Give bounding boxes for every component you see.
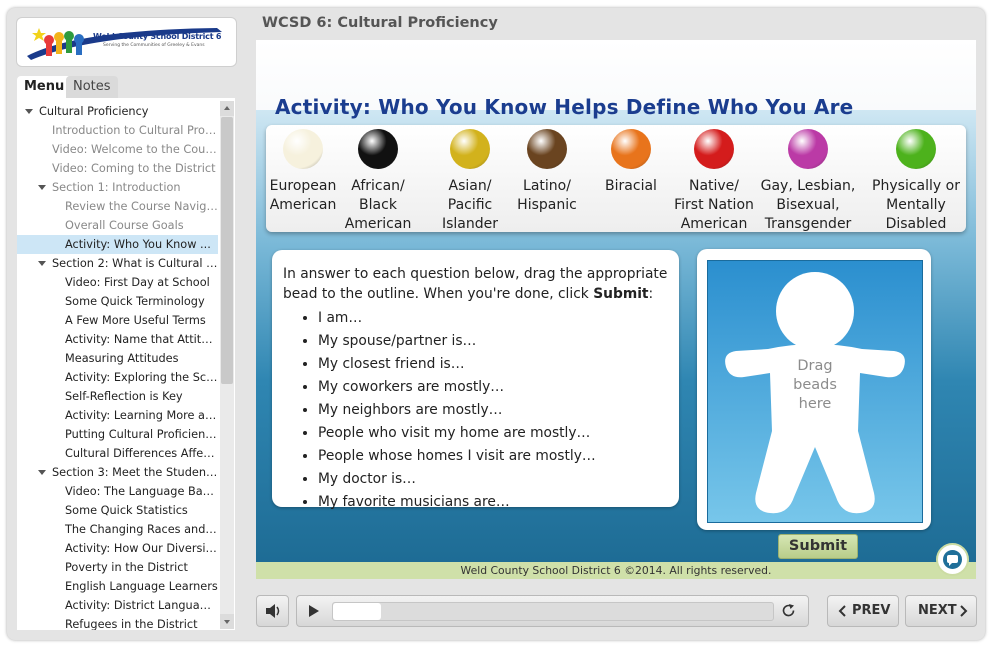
tab-menu[interactable]: Menu [17,76,72,98]
question-item: My coworkers are mostly… [318,376,596,399]
question-item: My favorite musicians are… [318,491,596,514]
replay-icon [782,604,795,617]
submit-button[interactable]: Submit [778,534,858,559]
menu-item[interactable]: A Few More Useful Terms [17,311,218,330]
menu-item[interactable]: Activity: Exploring the Scale [17,368,218,387]
expand-arrow-icon[interactable] [38,470,46,475]
menu-item[interactable]: Activity: Learning More ab... [17,406,218,425]
prev-label: PREV [852,603,891,618]
progress-fill [333,603,382,620]
logo-tagline: Serving the Communities of Greeley & Eva… [103,43,205,48]
question-list: I am…My spouse/partner is…My closest fri… [302,307,596,514]
logo-figures-icon [27,28,222,60]
menu-item[interactable]: The Changing Races and N... [17,520,218,539]
activity-title: Activity: Who You Know Helps Define Who … [275,95,854,119]
menu-item[interactable]: Section 3: Meet the Students... [17,463,218,482]
question-item: People who visit my home are mostly… [318,422,596,445]
question-item: I am… [318,307,596,330]
bead-2[interactable] [450,129,490,169]
menu-item[interactable]: Cultural Differences Affec... [17,444,218,463]
chevron-right-icon [960,605,968,617]
volume-button[interactable] [256,595,289,627]
tab-notes[interactable]: Notes [66,76,118,98]
bead-label: Gay, Lesbian, Bisexual, Transgender [760,178,856,232]
menu-item[interactable]: Activity: How Our Diversit... [17,539,218,558]
menu-item[interactable]: Video: First Day at School [17,273,218,292]
menu-item[interactable]: Section 1: Introduction [17,178,218,197]
next-button[interactable]: NEXT [905,595,977,627]
next-label: NEXT [918,603,957,618]
menu-item[interactable]: Overall Course Goals [17,216,218,235]
scroll-thumb[interactable] [221,117,233,384]
instructions-submit: Submit [593,286,649,302]
copyright-text: Weld County School District 6 ©2014. All… [460,564,772,577]
logo-name: Weld County School District 6 [93,32,222,41]
play-icon [309,605,319,617]
chevron-left-icon [838,605,846,617]
menu-item[interactable]: Activity: Name that Attitude [17,330,218,349]
chat-button[interactable] [936,543,969,576]
expand-arrow-icon[interactable] [38,261,46,266]
question-item: People whose homes I visit are mostly… [318,445,596,468]
bead-1[interactable] [358,129,398,169]
district-logo: Weld County School District 6 Serving th… [16,17,237,67]
bead-3[interactable] [527,129,567,169]
menu-item[interactable]: Poverty in the District [17,558,218,577]
menu-item[interactable]: Cultural Proficiency [17,102,218,121]
menu-item[interactable]: Self-Reflection is Key [17,387,218,406]
volume-icon [266,604,280,618]
menu-item[interactable]: Activity: Who You Know ... [17,235,218,254]
instructions-colon: : [648,286,654,302]
menu-item[interactable]: Activity: District Languages [17,596,218,615]
menu-item[interactable]: Video: Coming to the District [17,159,218,178]
menu-item[interactable]: Video: Welcome to the Course [17,140,218,159]
chevron-down-icon [224,620,230,624]
bead-7[interactable] [896,129,936,169]
course-title: WCSD 6: Cultural Proficiency [262,15,498,31]
play-button[interactable] [307,603,321,622]
menu-item[interactable]: Section 2: What is Cultural Pr... [17,254,218,273]
menu-item[interactable]: Measuring Attitudes [17,349,218,368]
expand-arrow-icon[interactable] [38,185,46,190]
chat-icon [943,550,962,569]
chevron-up-icon [224,106,230,110]
bead-label: Physically or Mentally Disabled [872,178,960,232]
question-panel: In answer to each question below, drag t… [272,250,679,510]
scroll-down-button[interactable] [220,614,234,629]
menu-item[interactable]: Some Quick Statistics [17,501,218,520]
scroll-up-button[interactable] [220,101,234,116]
prev-button[interactable]: PREV [827,595,899,627]
question-item: My spouse/partner is… [318,330,596,353]
menu-item[interactable]: Introduction to Cultural Prof... [17,121,218,140]
menu-item[interactable]: Refugees in the District [17,615,218,630]
menu-item[interactable]: Putting Cultural Proficienc... [17,425,218,444]
course-menu: Cultural Proficiency Introduction to Cult… [17,98,235,630]
menu-item[interactable]: Video: The Language Barri... [17,482,218,501]
bead-5[interactable] [694,129,734,169]
menu-item[interactable]: Some Quick Terminology [17,292,218,311]
menu-item[interactable]: Review the Course Naviga... [17,197,218,216]
bead-0[interactable] [283,129,323,169]
bead-6[interactable] [788,129,828,169]
progress-slider[interactable] [332,602,774,621]
drop-zone-hint: Drag beads here [793,358,837,412]
expand-arrow-icon[interactable] [25,109,33,114]
replay-button[interactable] [780,602,797,623]
bead-4[interactable] [611,129,651,169]
question-item: My doctor is… [318,468,596,491]
question-item: My closest friend is… [318,353,596,376]
menu-scrollbar[interactable] [220,101,234,629]
menu-item[interactable]: English Language Learners [17,577,218,596]
question-item: My neighbors are mostly… [318,399,596,422]
instructions: In answer to each question below, drag t… [283,264,673,304]
